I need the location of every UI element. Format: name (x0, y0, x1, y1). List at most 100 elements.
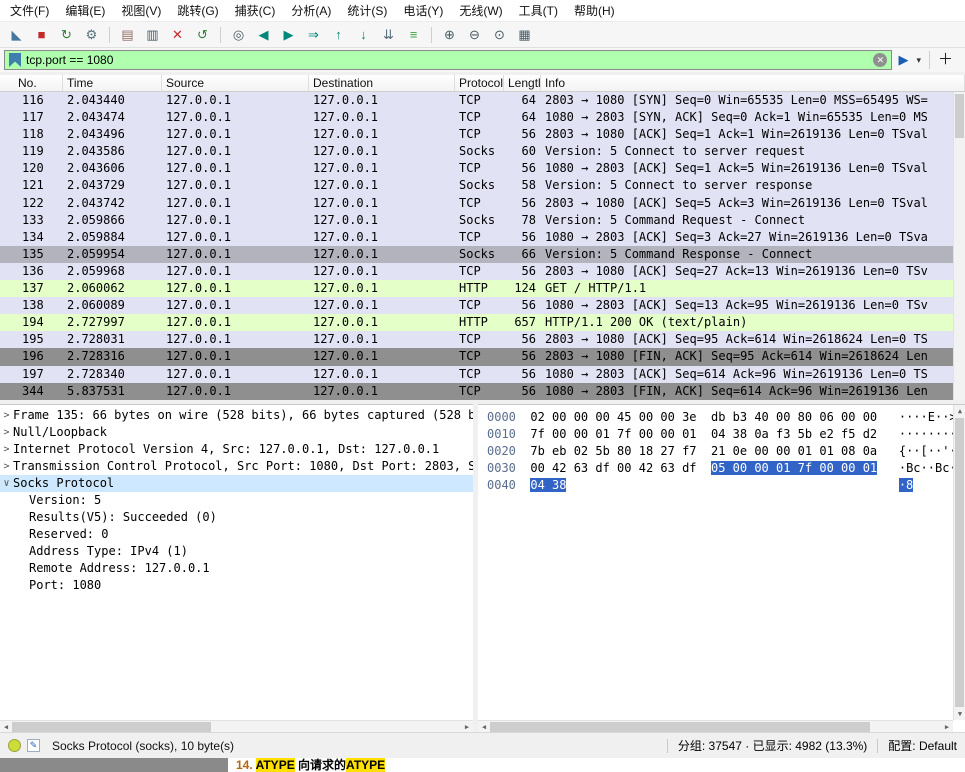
hex-hscroll-thumb[interactable] (490, 722, 870, 732)
go-forward-icon[interactable]: ▶ (277, 25, 300, 45)
capture-comment-icon[interactable]: ✎ (27, 739, 40, 752)
column-header-destination[interactable]: Destination (309, 75, 455, 91)
detail-row[interactable]: >Transmission Control Protocol, Src Port… (0, 458, 473, 475)
column-header-time[interactable]: Time (63, 75, 162, 91)
detail-row[interactable]: Reserved: 0 (0, 526, 473, 543)
packet-row[interactable]: 1172.043474127.0.0.1127.0.0.1TCP641080 →… (0, 109, 953, 126)
packet-row[interactable]: 3445.837531127.0.0.1127.0.0.1TCP561080 →… (0, 383, 953, 400)
apply-filter-button[interactable]: ▶ (896, 52, 910, 68)
packet-row[interactable]: 1212.043729127.0.0.1127.0.0.1Socks58Vers… (0, 177, 953, 194)
auto-scroll-icon[interactable]: ⇊ (377, 25, 400, 45)
menu-item-go[interactable]: 跳转(G) (169, 0, 226, 22)
menu-item-analyze[interactable]: 分析(A) (283, 0, 339, 22)
scroll-left-icon[interactable]: ◀ (478, 721, 490, 732)
filter-dropdown-caret-icon[interactable]: ▾ (914, 55, 923, 66)
go-first-icon[interactable]: ↑ (327, 25, 350, 45)
expander-icon[interactable]: > (0, 441, 13, 458)
detail-row[interactable]: ∨Socks Protocol (0, 475, 473, 492)
hex-bytes[interactable]: 04 38 (530, 478, 566, 492)
packet-list-scrollbar-thumb[interactable] (955, 94, 964, 138)
hex-ascii[interactable]: ·Bc··Bc· (899, 461, 957, 475)
menu-item-capture[interactable]: 捕获(C) (227, 0, 284, 22)
filter-input[interactable] (26, 51, 868, 69)
menu-item-telephony[interactable]: 电话(Y) (395, 0, 451, 22)
scroll-right-icon[interactable]: ▶ (941, 721, 953, 732)
scroll-down-icon[interactable]: ▼ (954, 708, 965, 720)
hex-bytes[interactable]: 7f 00 00 01 7f 00 00 01 (530, 427, 696, 441)
go-last-icon[interactable]: ↓ (352, 25, 375, 45)
packet-row[interactable]: 1952.728031127.0.0.1127.0.0.1TCP562803 →… (0, 331, 953, 348)
menu-item-view[interactable]: 视图(V) (113, 0, 169, 22)
hex-bytes[interactable]: db b3 40 00 80 06 00 00 (711, 410, 877, 424)
detail-row[interactable]: >Internet Protocol Version 4, Src: 127.0… (0, 441, 473, 458)
expert-info-icon[interactable] (8, 739, 21, 752)
details-horizontal-scrollbar[interactable]: ◀ ▶ (0, 720, 473, 732)
colorize-icon[interactable]: ≡ (402, 25, 425, 45)
start-capture-icon[interactable]: ◣ (5, 25, 28, 45)
hex-ascii[interactable]: {··[··'· (899, 444, 957, 458)
packet-row[interactable]: 1202.043606127.0.0.1127.0.0.1TCP561080 →… (0, 160, 953, 177)
hex-bytes[interactable]: 21 0e 00 00 01 01 08 0a (711, 444, 877, 458)
save-file-icon[interactable]: ▥ (141, 25, 164, 45)
hex-row[interactable]: 0020 7b eb 02 5b 80 18 27 f7 21 0e 00 00… (487, 443, 965, 460)
hex-bytes[interactable]: 02 00 00 00 45 00 00 3e (530, 410, 696, 424)
zoom-in-icon[interactable]: ⊕ (438, 25, 461, 45)
scroll-up-icon[interactable]: ▲ (954, 405, 965, 417)
packet-row[interactable]: 1192.043586127.0.0.1127.0.0.1Socks60Vers… (0, 143, 953, 160)
restart-capture-icon[interactable]: ↻ (55, 25, 78, 45)
packet-row[interactable]: 1962.728316127.0.0.1127.0.0.1TCP562803 →… (0, 348, 953, 365)
packet-row[interactable]: 1182.043496127.0.0.1127.0.0.1TCP562803 →… (0, 126, 953, 143)
column-header-no[interactable]: No. (0, 75, 63, 91)
detail-row[interactable]: >Frame 135: 66 bytes on wire (528 bits),… (0, 407, 473, 424)
menu-item-wireless[interactable]: 无线(W) (451, 0, 510, 22)
find-packet-icon[interactable]: ◎ (227, 25, 250, 45)
hex-ascii[interactable]: ·8 (899, 478, 913, 492)
hex-ascii[interactable]: ········ (899, 427, 957, 441)
filter-bookmark-icon[interactable] (9, 53, 21, 67)
scroll-left-icon[interactable]: ◀ (0, 721, 12, 732)
menu-item-help[interactable]: 帮助(H) (566, 0, 623, 22)
column-header-protocol[interactable]: Protocol (455, 75, 504, 91)
go-to-packet-icon[interactable]: ⇒ (302, 25, 325, 45)
open-file-icon[interactable]: ▤ (116, 25, 139, 45)
zoom-out-icon[interactable]: ⊖ (463, 25, 486, 45)
menu-item-statistics[interactable]: 统计(S) (339, 0, 395, 22)
hex-row[interactable]: 0040 04 38 ·8 (487, 477, 965, 494)
expander-icon[interactable]: > (0, 407, 13, 424)
packet-row[interactable]: 1362.059968127.0.0.1127.0.0.1TCP562803 →… (0, 263, 953, 280)
column-header-length[interactable]: Lengtl (504, 75, 541, 91)
hex-horizontal-scrollbar[interactable]: ◀ ▶ (478, 720, 953, 732)
menu-item-tools[interactable]: 工具(T) (511, 0, 566, 22)
status-profile[interactable]: 配置: Default (888, 737, 957, 754)
column-header-info[interactable]: Info (541, 75, 965, 91)
packet-row[interactable]: 1352.059954127.0.0.1127.0.0.1Socks66Vers… (0, 246, 953, 263)
expander-icon[interactable]: > (0, 424, 13, 441)
packet-list-scrollbar[interactable] (953, 92, 965, 400)
scroll-right-icon[interactable]: ▶ (461, 721, 473, 732)
menu-item-edit[interactable]: 编辑(E) (57, 0, 113, 22)
detail-row[interactable]: Port: 1080 (0, 577, 473, 594)
detail-row[interactable]: Results(V5): Succeeded (0) (0, 509, 473, 526)
expander-icon[interactable]: ∨ (0, 475, 13, 492)
hex-bytes[interactable]: 04 38 0a f3 5b e2 f5 d2 (711, 427, 877, 441)
hex-row[interactable]: 0000 02 00 00 00 45 00 00 3e db b3 40 00… (487, 409, 965, 426)
packet-row[interactable]: 1342.059884127.0.0.1127.0.0.1TCP561080 →… (0, 229, 953, 246)
hex-row[interactable]: 0010 7f 00 00 01 7f 00 00 01 04 38 0a f3… (487, 426, 965, 443)
hex-ascii[interactable]: ····E··> (899, 410, 957, 424)
menu-item-file[interactable]: 文件(F) (2, 0, 57, 22)
close-file-icon[interactable]: ✕ (166, 25, 189, 45)
hex-bytes[interactable]: 05 00 00 01 7f 00 00 01 (711, 461, 877, 475)
detail-row[interactable]: Remote Address: 127.0.0.1 (0, 560, 473, 577)
packet-row[interactable]: 1332.059866127.0.0.1127.0.0.1Socks78Vers… (0, 212, 953, 229)
hex-bytes[interactable]: 00 42 63 df 00 42 63 df (530, 461, 696, 475)
capture-options-icon[interactable]: ⚙ (80, 25, 103, 45)
add-filter-button[interactable]: ＋ (929, 51, 961, 69)
detail-row[interactable]: >Null/Loopback (0, 424, 473, 441)
zoom-reset-icon[interactable]: ⊙ (488, 25, 511, 45)
packet-row[interactable]: 1942.727997127.0.0.1127.0.0.1HTTP657HTTP… (0, 314, 953, 331)
hex-row[interactable]: 0030 00 42 63 df 00 42 63 df 05 00 00 01… (487, 460, 965, 477)
hex-vscroll-thumb[interactable] (955, 418, 964, 707)
packet-row[interactable]: 1162.043440127.0.0.1127.0.0.1TCP642803 →… (0, 92, 953, 109)
packet-row[interactable]: 1382.060089127.0.0.1127.0.0.1TCP561080 →… (0, 297, 953, 314)
packet-row[interactable]: 1972.728340127.0.0.1127.0.0.1TCP561080 →… (0, 366, 953, 383)
